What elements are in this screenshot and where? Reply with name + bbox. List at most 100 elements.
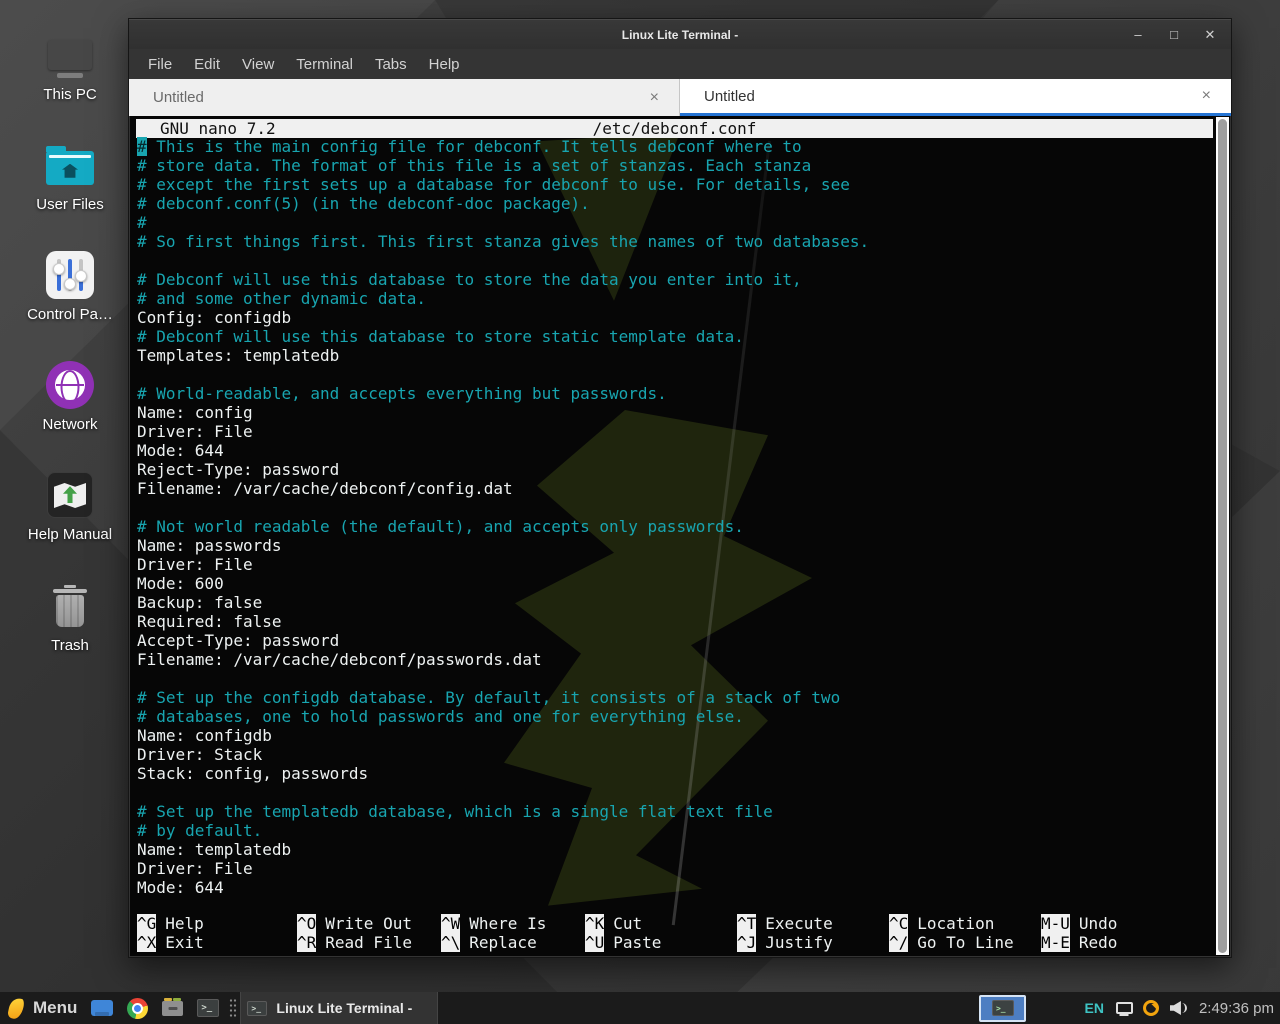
desktop-icon-user-files[interactable]: User Files: [14, 136, 126, 213]
terminal-line: Config: configdb: [137, 308, 1213, 327]
workspace-pager[interactable]: >_: [979, 995, 1026, 1022]
terminal-line: Mode: 644: [137, 441, 1213, 460]
nano-shortcut-replace: ^\Replace: [441, 933, 585, 952]
nano-shortcut-exit: ^XExit: [137, 933, 297, 952]
terminal-line: Filename: /var/cache/debconf/passwords.d…: [137, 650, 1213, 669]
window-titlebar[interactable]: Linux Lite Terminal - – □ ✕: [129, 19, 1231, 49]
terminal-line: Mode: 600: [137, 574, 1213, 593]
terminal-line: # World-readable, and accepts everything…: [137, 384, 1213, 403]
terminal-line: Templates: templatedb: [137, 346, 1213, 365]
archive-icon[interactable]: [162, 1001, 183, 1016]
terminal-line: Reject-Type: password: [137, 460, 1213, 479]
menu-item-help[interactable]: Help: [418, 52, 471, 77]
tab-untitled-1[interactable]: Untitled ×: [129, 79, 680, 116]
terminal-line: # So first things first. This first stan…: [137, 232, 1213, 251]
terminal-line: # databases, one to hold passwords and o…: [137, 707, 1213, 726]
terminal-line: # Debconf will use this database to stor…: [137, 270, 1213, 289]
desktop-icon-label: Help Manual: [14, 526, 126, 543]
close-button[interactable]: ✕: [1203, 28, 1217, 41]
terminal-line: # Not world readable (the default), and …: [137, 517, 1213, 536]
terminal-line: #: [137, 213, 1213, 232]
network-globe-icon: [46, 361, 94, 409]
terminal-line: Required: false: [137, 612, 1213, 631]
trash-icon: [56, 595, 84, 627]
menu-item-view[interactable]: View: [231, 52, 285, 77]
minimize-button[interactable]: –: [1131, 28, 1145, 41]
terminal-line: Driver: File: [137, 859, 1213, 878]
desktop-icon-control-panel[interactable]: Control Pa…: [14, 246, 126, 323]
window-controls: – □ ✕: [1131, 20, 1217, 49]
menu-item-edit[interactable]: Edit: [183, 52, 231, 77]
nano-shortcut-write-out: ^OWrite Out: [297, 914, 441, 933]
volume-icon[interactable]: [1170, 1001, 1187, 1015]
taskbar-grip[interactable]: [229, 998, 237, 1018]
nano-shortcut-cut: ^KCut: [585, 914, 737, 933]
terminal-screen[interactable]: GNU nano 7.2 /etc/debconf.conf # This is…: [130, 116, 1230, 956]
nano-shortcut-paste: ^UPaste: [585, 933, 737, 952]
desktop-icon-this-pc[interactable]: This PC: [14, 26, 126, 103]
nano-shortcut-location: ^CLocation: [889, 914, 1041, 933]
terminal-line: Backup: false: [137, 593, 1213, 612]
terminal-icon: >_: [247, 1001, 267, 1016]
home-folder-icon: [46, 151, 94, 185]
tab-bar: Untitled × Untitled ×: [129, 79, 1231, 116]
taskbar: Menu >_ >_ Linux Lite Terminal - >_ EN 2…: [0, 992, 1280, 1024]
maximize-button[interactable]: □: [1167, 28, 1181, 41]
tab-label: Untitled: [704, 88, 755, 105]
terminal-line: # Set up the templatedb database, which …: [137, 802, 1213, 821]
terminal-line: # and some other dynamic data.: [137, 289, 1213, 308]
menu-item-file[interactable]: File: [137, 52, 183, 77]
terminal-line: Stack: config, passwords: [137, 764, 1213, 783]
nano-buffer: # This is the main config file for debco…: [137, 137, 1213, 897]
terminal-line: [137, 669, 1213, 688]
terminal-line: Driver: Stack: [137, 745, 1213, 764]
terminal-line: [137, 498, 1213, 517]
nano-shortcut-help: ^GHelp: [137, 914, 297, 933]
display-icon[interactable]: [1116, 1002, 1133, 1014]
nano-shortcut-redo: M-ERedo: [1041, 933, 1221, 952]
desktop-icon-label: This PC: [14, 86, 126, 103]
terminal-line: Filename: /var/cache/debconf/config.dat: [137, 479, 1213, 498]
terminal-line: # by default.: [137, 821, 1213, 840]
menubar: FileEditViewTerminalTabsHelp: [129, 49, 1231, 79]
desktop-icon-label: User Files: [14, 196, 126, 213]
terminal-line: # Debconf will use this database to stor…: [137, 327, 1213, 346]
nano-shortcut-read-file: ^RRead File: [297, 933, 441, 952]
terminal-line: [137, 783, 1213, 802]
computer-icon: [48, 40, 92, 70]
nano-cursor: #: [137, 137, 147, 156]
desktop-icon-network[interactable]: Network: [14, 356, 126, 433]
terminal-line: # store data. The format of this file is…: [137, 156, 1213, 175]
desktop-icon-trash[interactable]: Trash: [14, 577, 126, 654]
terminal-line: # This is the main config file for debco…: [137, 137, 1213, 156]
taskbar-menu-button[interactable]: Menu: [33, 998, 77, 1018]
tab-untitled-2[interactable]: Untitled ×: [680, 79, 1231, 116]
update-refresh-icon[interactable]: [1143, 1000, 1159, 1016]
nano-shortcut-undo: M-UUndo: [1041, 914, 1221, 933]
nano-shortcut-justify: ^JJustify: [737, 933, 889, 952]
desktop-icon-help-manual[interactable]: Help Manual: [14, 466, 126, 543]
scrollbar[interactable]: [1216, 117, 1229, 955]
clock[interactable]: 2:49:36 pm: [1199, 1000, 1274, 1017]
language-indicator[interactable]: EN: [1084, 1000, 1103, 1016]
menu-item-tabs[interactable]: Tabs: [364, 52, 418, 77]
menu-item-terminal[interactable]: Terminal: [285, 52, 364, 77]
desktop-icon-label: Network: [14, 416, 126, 433]
terminal-icon: >_: [992, 1000, 1014, 1016]
tab-close-icon[interactable]: ×: [1196, 87, 1217, 105]
nano-shortcut-execute: ^TExecute: [737, 914, 889, 933]
window-task-button[interactable]: >_ Linux Lite Terminal -: [240, 992, 438, 1024]
terminal-line: [137, 365, 1213, 384]
terminal-launcher-icon[interactable]: >_: [197, 999, 219, 1017]
nano-shortcut-where-is: ^WWhere Is: [441, 914, 585, 933]
terminal-line: Name: passwords: [137, 536, 1213, 555]
tab-close-icon[interactable]: ×: [644, 89, 665, 107]
scrollbar-thumb[interactable]: [1218, 119, 1227, 953]
file-manager-icon[interactable]: [91, 1000, 113, 1016]
terminal-line: Mode: 644: [137, 878, 1213, 897]
linux-lite-logo-icon[interactable]: [7, 996, 25, 1019]
help-manual-icon: [47, 472, 93, 518]
chrome-icon[interactable]: [127, 998, 148, 1019]
terminal-window: Linux Lite Terminal - – □ ✕ FileEditView…: [128, 18, 1232, 958]
terminal-line: # except the first sets up a database fo…: [137, 175, 1213, 194]
